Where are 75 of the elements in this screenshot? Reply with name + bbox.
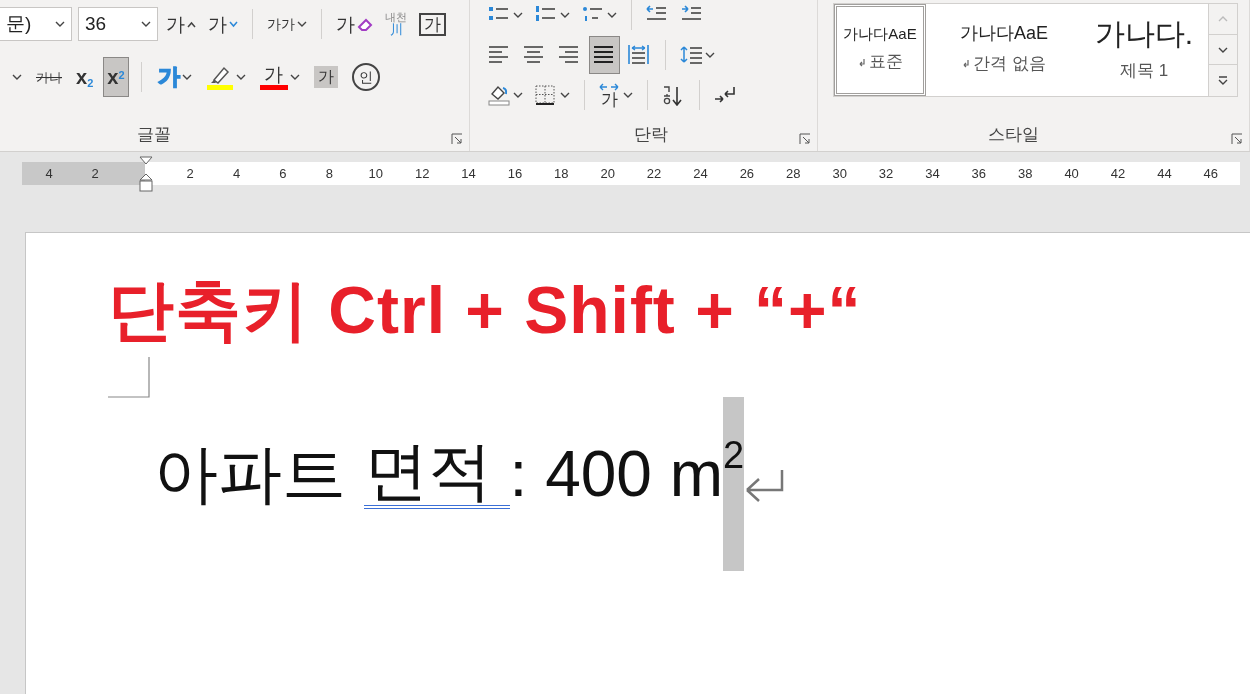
ruler-number: 4 — [231, 165, 242, 183]
style-item[interactable]: 가나다AaE 표준 — [834, 4, 926, 96]
ruler-number: 24 — [692, 165, 709, 183]
ruler-number: 12 — [413, 165, 431, 183]
margin-corner-icon — [108, 357, 150, 398]
color-bar-icon — [259, 83, 288, 90]
ruler-number: 28 — [785, 165, 802, 183]
change-case-button[interactable]: 가가 — [263, 7, 311, 41]
sort-down-icon — [662, 84, 685, 106]
font-name-field[interactable]: 문) — [0, 7, 72, 41]
ruler-number: 6 — [278, 165, 288, 183]
paragraph-mark-icon — [744, 469, 785, 503]
justify-icon — [593, 44, 616, 66]
align-left-icon — [488, 44, 511, 66]
annotation-text: 단축키 Ctrl + Shift + “+“ — [108, 272, 862, 349]
ruler-number: 42 — [1109, 165, 1127, 183]
font-color-button[interactable]: 가 — [255, 57, 304, 97]
ruler-number: 8 — [324, 165, 334, 183]
caret-up-icon — [187, 20, 196, 28]
justify-button[interactable] — [589, 36, 620, 74]
phonetic-guide-button[interactable]: 내천 川 — [381, 7, 411, 41]
ruler-number: 44 — [1156, 165, 1173, 183]
ruler-number: 32 — [877, 165, 895, 183]
ruler-number: 38 — [1017, 165, 1034, 183]
expand-icon — [1218, 76, 1228, 86]
align-right-icon — [558, 44, 581, 66]
superscript-text: 2 — [723, 397, 745, 571]
ruler-number: 22 — [645, 165, 663, 183]
ruler-number: 16 — [506, 165, 524, 183]
ruler-number: 14 — [460, 165, 477, 183]
group-label: 단락 — [633, 123, 668, 146]
ruler-number: 10 — [367, 165, 384, 183]
more-styles-button[interactable] — [1209, 65, 1237, 96]
ruler-number: 2 — [185, 165, 195, 183]
ruler-number: 34 — [924, 165, 941, 183]
grow-font-button[interactable]: 가 — [162, 7, 200, 41]
ruler-number: 36 — [970, 165, 988, 183]
borders-icon — [535, 84, 558, 106]
ruler-number: 18 — [553, 165, 570, 183]
ruler-number: 26 — [738, 165, 756, 183]
flagged-text: 면적 — [363, 439, 510, 509]
chevron-down-icon — [1218, 46, 1228, 53]
ruler-number: 30 — [831, 165, 848, 183]
text-direction-button[interactable]: 가 — [595, 76, 637, 114]
indent-marker-icon[interactable] — [139, 156, 153, 194]
body-text: : 400 m — [509, 442, 723, 506]
ruler-number: 4 — [44, 165, 54, 183]
group-label: 글꼴 — [137, 123, 171, 146]
align-center-icon — [523, 44, 546, 66]
caret-down-icon — [229, 20, 238, 28]
group-label: 스타일 — [988, 123, 1039, 146]
character-shading-button[interactable]: 가 — [309, 57, 342, 97]
ruler-number: 46 — [1202, 165, 1219, 183]
arrows-icon — [599, 82, 619, 91]
subscript-button[interactable]: x$_{2}$ — [72, 57, 98, 97]
launcher-icon[interactable] — [451, 133, 463, 145]
caret-icon — [55, 21, 65, 27]
highlighter-color-icon — [205, 64, 234, 90]
launcher-icon[interactable] — [799, 133, 811, 145]
eraser-icon — [357, 16, 373, 32]
body-text: 아파트 — [154, 442, 347, 506]
shrink-font-button[interactable]: 가 — [204, 7, 242, 41]
font-size-field[interactable]: 36 — [78, 7, 158, 41]
superscript-button[interactable]: x$^{2}$ — [103, 57, 129, 97]
distribute-icon — [628, 44, 651, 66]
line-spacing-icon — [680, 44, 703, 66]
ruler-number: 20 — [599, 165, 616, 183]
launcher-icon[interactable] — [1231, 133, 1243, 145]
ruler-number: 2 — [90, 165, 100, 183]
clear-formatting-button[interactable]: 가 — [332, 7, 377, 41]
ruler-number: 40 — [1063, 165, 1080, 183]
shading-bucket-icon — [488, 84, 511, 106]
chevron-up-icon — [1218, 15, 1228, 22]
caret-icon — [141, 21, 151, 27]
strikethrough-button[interactable]: 가나 — [32, 57, 66, 97]
